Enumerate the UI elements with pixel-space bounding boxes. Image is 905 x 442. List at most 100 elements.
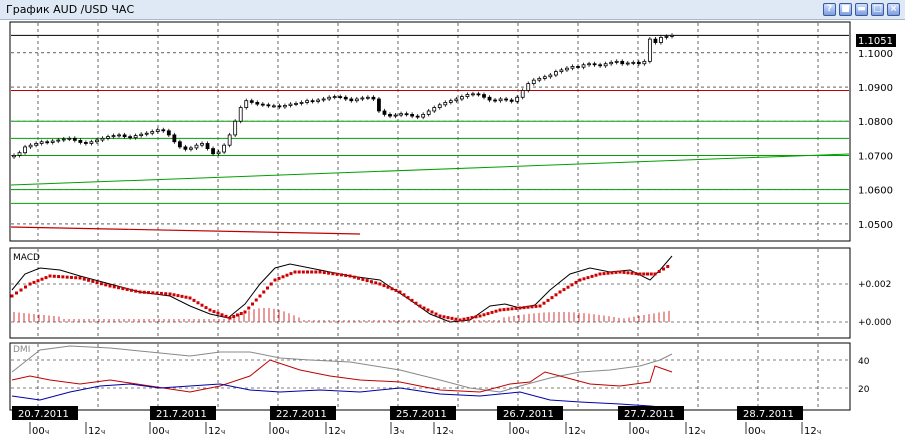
macd-signal-dot	[450, 316, 454, 320]
candle-body	[377, 98, 381, 112]
candle-body	[443, 102, 448, 106]
candle-body	[471, 93, 475, 96]
macd-tick: +0.002	[858, 280, 891, 290]
macd-signal-dot	[314, 270, 318, 274]
macd-signal-dot	[574, 280, 578, 284]
hour-unit: ч	[761, 428, 765, 436]
hour-unit: ч	[645, 428, 649, 436]
macd-signal-dot	[566, 285, 570, 289]
candle-body	[216, 151, 221, 155]
macd-signal-dot	[582, 277, 586, 281]
candle-body	[548, 74, 553, 78]
macd-signal-dot	[61, 275, 65, 279]
price-panel[interactable]	[9, 21, 851, 242]
macd-signal-dot	[200, 303, 204, 307]
macd-signal-dot	[142, 290, 146, 294]
macd-signal-dot	[285, 273, 289, 277]
candle-body	[576, 66, 580, 68]
candle-body	[404, 113, 409, 116]
macd-signal-dot	[562, 288, 566, 292]
macd-signal-dot	[657, 270, 661, 273]
macd-signal-dot	[482, 313, 486, 317]
macd-signal-dot	[258, 294, 262, 298]
macd-signal-dot	[15, 291, 18, 295]
macd-signal-dot	[406, 296, 410, 300]
macd-panel[interactable]	[9, 247, 851, 339]
macd-signal-dot	[273, 278, 277, 282]
candle-body	[194, 144, 199, 149]
candle-body	[294, 103, 298, 105]
macd-signal-dot	[74, 276, 78, 280]
macd-signal-dot	[470, 316, 474, 320]
candle-body	[238, 107, 243, 122]
macd-signal-dot	[506, 307, 510, 311]
candle-body	[393, 114, 398, 117]
candle-body	[122, 134, 127, 138]
candle-body	[271, 105, 276, 108]
dmi-plus-line	[11, 359, 673, 393]
candle-body	[227, 134, 232, 146]
candle-body	[664, 35, 669, 38]
macd-signal-dot	[646, 272, 649, 276]
candle-body	[509, 99, 514, 102]
macd-signal-dot	[224, 314, 228, 318]
hour-label: 12	[804, 426, 817, 437]
candle-body	[12, 155, 16, 158]
macd-signal-dot	[262, 290, 266, 294]
candle-body	[244, 100, 249, 108]
macd-signal-dot	[522, 306, 526, 310]
macd-signal-dot	[99, 282, 103, 286]
macd-signal-dot	[138, 290, 142, 294]
candle-body	[537, 78, 542, 81]
macd-signal-dot	[414, 301, 418, 305]
macd-signal-dot	[108, 284, 112, 288]
candle-body	[493, 99, 497, 102]
macd-signal-dot	[151, 291, 155, 295]
macd-signal-dot	[418, 304, 422, 308]
chart-canvas[interactable]: 1.1000 1.0900 1.0800 1.0700 1.0600 1.0500 1.1…	[0, 0, 905, 442]
macd-signal-dot	[446, 316, 450, 320]
candle-body	[553, 71, 558, 76]
candle-body	[570, 66, 575, 69]
hour-unit: ч	[221, 428, 225, 436]
macd-signal-dot	[630, 271, 634, 275]
candle-body	[89, 141, 94, 144]
macd-signal-dot	[614, 270, 618, 274]
macd-signal-dot	[494, 309, 498, 313]
macd-signal-dot	[598, 272, 602, 276]
candle-body	[67, 137, 72, 140]
date-label: 20.7.2011	[18, 409, 69, 420]
macd-signal-dot	[196, 301, 200, 305]
candle-body	[299, 102, 304, 104]
macd-signal-dot	[622, 270, 626, 274]
hour-label: 12	[328, 426, 341, 437]
hour-label: 12	[88, 426, 101, 437]
candle-body	[542, 76, 547, 79]
macd-signal-dot	[618, 270, 622, 274]
macd-signal-dot	[550, 296, 554, 300]
candle-body	[448, 100, 453, 103]
candle-body	[647, 38, 652, 62]
macd-signal-dot	[176, 294, 180, 298]
price-tick: 1.0900	[858, 83, 893, 94]
macd-signal-dot	[129, 288, 133, 292]
candle-body	[72, 137, 77, 141]
hour-unit: ч	[45, 428, 49, 436]
hour-label: 00	[632, 426, 645, 437]
candle-body	[371, 96, 376, 100]
candle-body	[106, 136, 110, 139]
macd-signal-dot	[216, 311, 220, 315]
macd-signal-dot	[331, 272, 335, 276]
hour-label: 12	[436, 426, 449, 437]
macd-signal-dot	[164, 292, 168, 296]
macd-signal-dot	[558, 290, 562, 294]
macd-signal-dot	[352, 275, 356, 279]
macd-signal-dot	[382, 284, 386, 288]
candle-body	[310, 100, 315, 103]
macd-signal-dot	[610, 271, 614, 275]
dmi-panel[interactable]	[9, 342, 851, 411]
candle-body	[581, 64, 586, 68]
macd-signal-dot	[530, 305, 534, 309]
macd-signal-dot	[188, 296, 192, 300]
candle-body	[504, 98, 509, 101]
